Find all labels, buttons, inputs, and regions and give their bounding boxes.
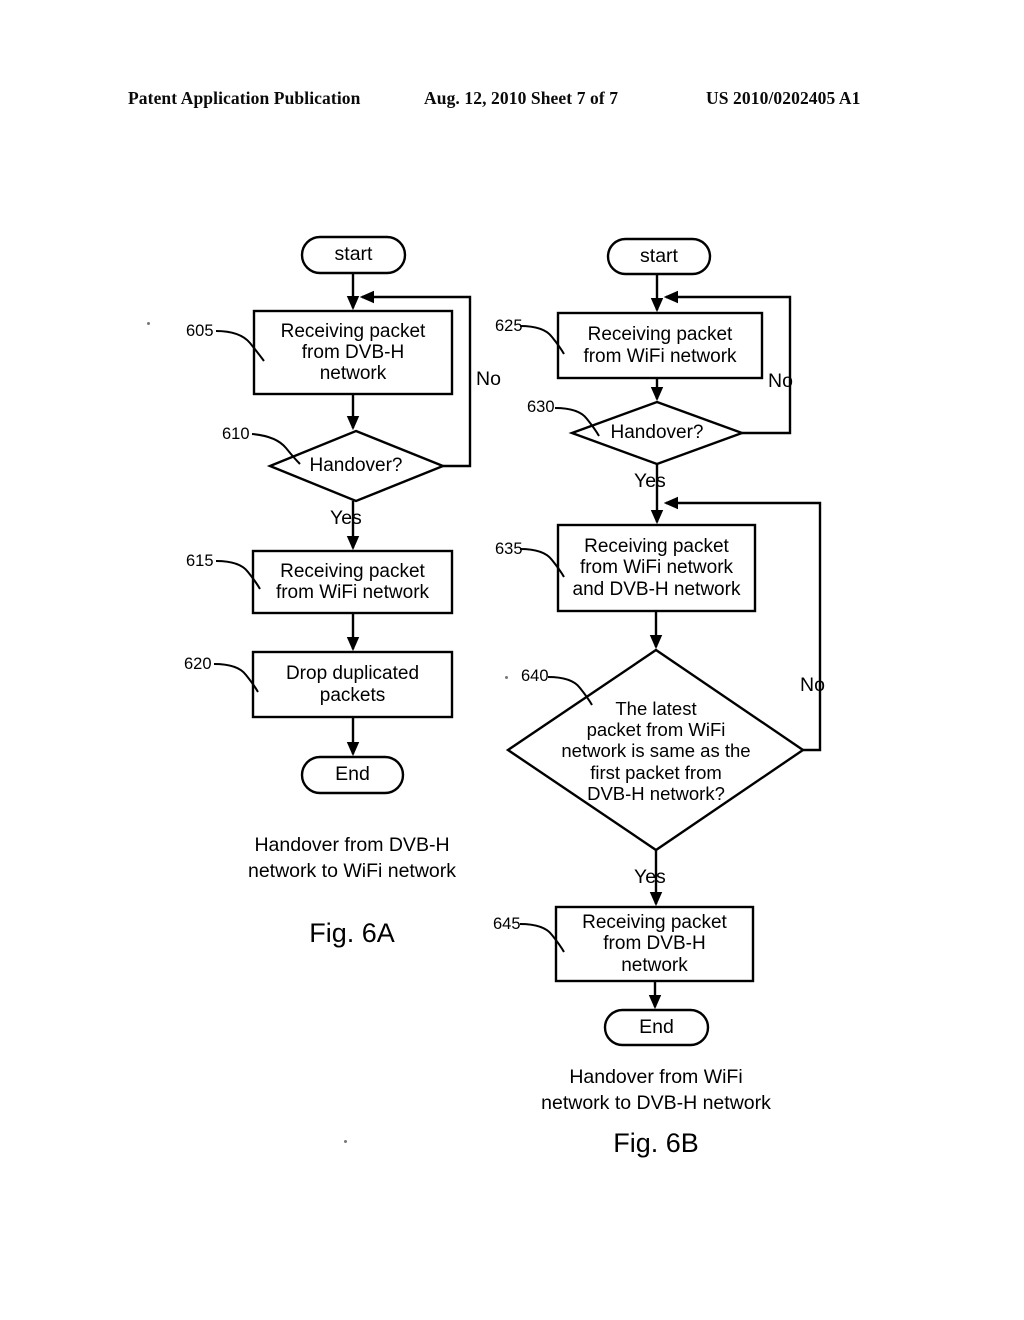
fig6a-ref-620: 620 bbox=[184, 655, 212, 673]
scan-speck bbox=[147, 322, 150, 325]
fig6b-edge-label-no-630: No bbox=[768, 370, 793, 392]
fig6b-ref-645: 645 bbox=[493, 915, 521, 933]
fig6b-box-625 bbox=[556, 311, 764, 380]
flowchart-linework bbox=[213, 235, 822, 1047]
fig6a-box-620 bbox=[251, 650, 454, 719]
fig6a-end-terminal bbox=[300, 755, 405, 795]
fig6a-caption: Handover from DVB-H network to WiFi netw… bbox=[247, 834, 457, 883]
fig6a-ref-605: 605 bbox=[186, 322, 214, 340]
fig6b-box-645 bbox=[554, 905, 755, 983]
fig6a-ref-610: 610 bbox=[222, 425, 250, 443]
scan-speck bbox=[505, 676, 508, 679]
fig6a-ref-615: 615 bbox=[186, 552, 214, 570]
fig6a-box-605 bbox=[252, 309, 454, 396]
fig6b-edge-label-yes-630: Yes bbox=[634, 470, 666, 492]
fig6a-start-terminal bbox=[300, 235, 407, 275]
fig6b-edge-label-no-640: No bbox=[800, 674, 825, 696]
scan-speck bbox=[344, 1140, 347, 1143]
fig6b-label: Fig. 6B bbox=[613, 1128, 699, 1158]
fig6b-edge-label-yes-640: Yes bbox=[634, 866, 666, 888]
fig6b-ref-630: 630 bbox=[527, 398, 555, 416]
fig6b-end-terminal bbox=[603, 1008, 710, 1047]
fig6b-caption: Handover from WiFi network to DVB-H netw… bbox=[541, 1066, 771, 1115]
patent-drawing-page: Patent Application Publication Aug. 12, … bbox=[0, 0, 1024, 1320]
fig6a-box-615 bbox=[251, 549, 454, 615]
leader-620 bbox=[213, 663, 259, 693]
fig6a-edge-label-yes: Yes bbox=[330, 507, 362, 529]
fig6a-diamond-610 bbox=[266, 429, 447, 503]
fig6b-box-635 bbox=[556, 523, 757, 613]
fig6a-edge-label-no: No bbox=[476, 368, 501, 390]
fig6b-start-terminal bbox=[606, 237, 712, 276]
fig6b-ref-625: 625 bbox=[495, 317, 523, 335]
fig6a-label: Fig. 6A bbox=[309, 918, 395, 948]
fig6b-ref-635: 635 bbox=[495, 540, 523, 558]
fig6b-ref-640: 640 bbox=[521, 667, 549, 685]
fig6b-diamond-640 bbox=[505, 648, 806, 852]
